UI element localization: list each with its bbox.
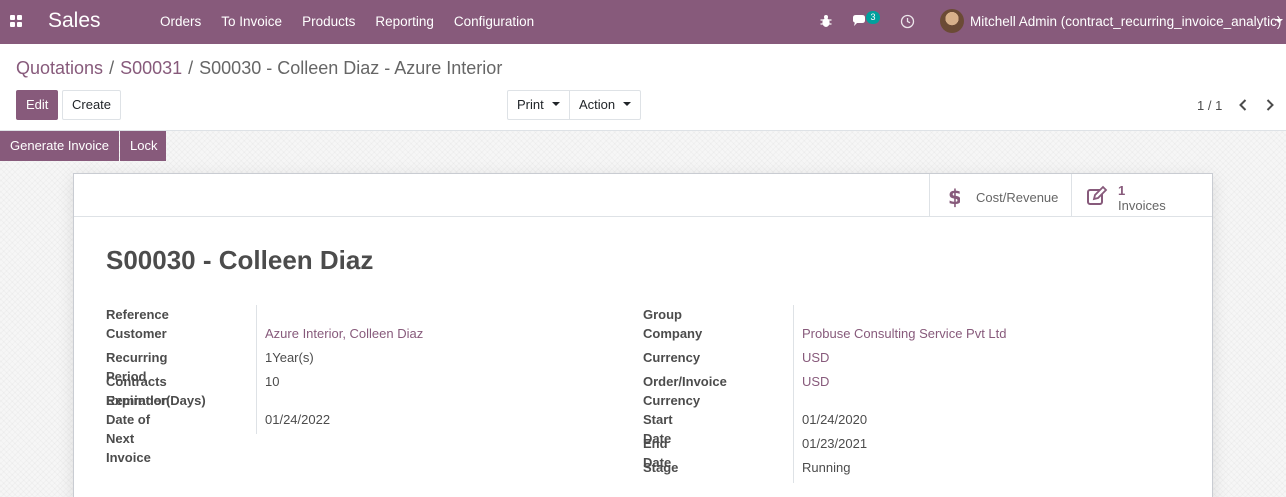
apps-menu-icon[interactable] — [10, 15, 22, 27]
form-sheet: $ Cost/Revenue 1 Invoices S00030 - Colle… — [73, 173, 1213, 497]
currency-value[interactable]: USD — [802, 348, 829, 367]
cost-revenue-button[interactable]: $ Cost/Revenue — [929, 174, 1071, 217]
menu-configuration[interactable]: Configuration — [444, 0, 544, 44]
end-date-value: 01/23/2021 — [802, 436, 868, 451]
chat-count-badge: 3 — [866, 11, 880, 24]
pager-value[interactable]: 1 / 1 — [1197, 98, 1222, 113]
menu-products[interactable]: Products — [292, 0, 365, 44]
order-invoice-currency-label-1: Order/Invoice — [643, 374, 727, 389]
top-navbar: Sales Orders To Invoice Products Reporti… — [0, 0, 1286, 44]
breadcrumb-separator: / — [188, 58, 194, 78]
breadcrumb: Quotations / S00031/S00030 - Colleen Diaz … — [16, 58, 502, 79]
field-divider — [256, 305, 257, 434]
edit-button[interactable]: Edit — [16, 90, 59, 120]
user-name[interactable]: Mitchell Admin (contract_recurring_invoi… — [970, 14, 1281, 29]
contracts-expiration-label-2: Reminder(Days) — [106, 393, 206, 408]
company-value[interactable]: Probuse Consulting Service Pvt Ltd — [802, 324, 1007, 343]
group-label: Group — [643, 307, 682, 322]
start-date-value: 01/24/2020 — [802, 412, 868, 427]
smart-button-box: $ Cost/Revenue 1 Invoices — [74, 174, 1212, 217]
action-label: Action — [579, 97, 616, 112]
next-invoice-value: 01/24/2022 — [265, 412, 331, 427]
chevron-left-icon[interactable] — [1236, 98, 1250, 112]
debug-bug-icon[interactable] — [820, 14, 832, 28]
contracts-expiration-value: 10 — [265, 374, 280, 389]
caret-down-icon — [551, 101, 560, 106]
invoices-button[interactable]: 1 Invoices — [1071, 174, 1212, 217]
main-menu: Orders To Invoice Products Reporting Con… — [150, 0, 544, 44]
invoices-label: Invoices — [1118, 198, 1166, 213]
recurring-period-value: 1Year(s) — [265, 350, 314, 365]
print-dropdown[interactable]: Print — [507, 90, 570, 120]
menu-to-invoice[interactable]: To Invoice — [211, 0, 292, 44]
activity-clock-icon[interactable] — [900, 14, 915, 29]
generate-invoice-button[interactable]: Generate Invoice — [0, 131, 119, 161]
caret-down-icon — [623, 101, 632, 106]
reference-label: Reference — [106, 307, 169, 322]
chevron-right-icon[interactable] — [1263, 98, 1277, 112]
dollar-icon: $ — [948, 186, 960, 208]
record-title: S00030 - Colleen Diaz — [106, 245, 374, 275]
svg-text:$: $ — [948, 186, 960, 208]
order-invoice-currency-label-2: Currency — [643, 393, 701, 408]
customer-value[interactable]: Azure Interior, Colleen Diaz — [265, 324, 423, 343]
stage-label: Stage — [643, 460, 679, 475]
invoices-count: 1 — [1118, 183, 1126, 198]
company-label: Company — [643, 326, 703, 341]
user-avatar[interactable] — [940, 9, 964, 33]
customer-label: Customer — [106, 326, 167, 341]
action-dropdown[interactable]: Action — [569, 90, 642, 120]
app-brand[interactable]: Sales — [48, 9, 101, 33]
cost-revenue-label: Cost/Revenue — [976, 190, 1059, 205]
menu-reporting[interactable]: Reporting — [365, 0, 444, 44]
next-invoice-label: Date of Next Invoice — [106, 412, 151, 465]
menu-orders[interactable]: Orders — [150, 0, 211, 44]
breadcrumb-quotations[interactable]: Quotations — [16, 58, 103, 78]
pencil-square-icon — [1087, 185, 1108, 205]
lock-button[interactable]: Lock — [120, 131, 166, 161]
print-label: Print — [517, 97, 544, 112]
breadcrumb-s00031[interactable]: S00031 — [120, 58, 182, 78]
breadcrumb-current: S00030 - Colleen Diaz - Azure Interior — [199, 58, 503, 78]
breadcrumb-separator: / — [109, 58, 115, 78]
order-invoice-currency-value[interactable]: USD — [802, 372, 829, 391]
create-button[interactable]: Create — [62, 90, 122, 120]
stage-value: Running — [802, 460, 851, 475]
user-menu-caret-icon[interactable] — [1275, 19, 1283, 23]
field-divider — [793, 305, 794, 483]
currency-label: Currency — [643, 350, 701, 365]
